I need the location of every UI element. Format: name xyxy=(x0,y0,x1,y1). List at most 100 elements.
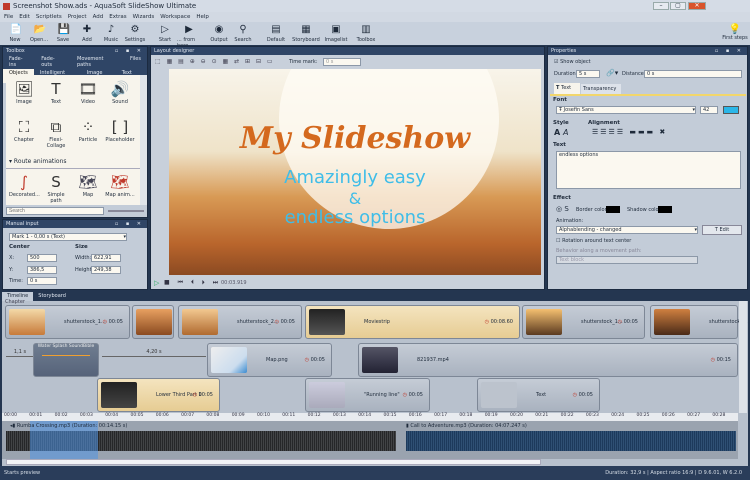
minimize-button[interactable]: – xyxy=(653,2,669,10)
object-chapter[interactable]: ⛶Chapter xyxy=(9,117,39,143)
toolbar-output-button[interactable]: ◉Output xyxy=(207,22,231,45)
font-size-select[interactable]: 42 xyxy=(700,106,718,114)
object-video[interactable]: 🎞Video xyxy=(73,79,103,105)
panel-controls[interactable]: ▫ ▪ ✕ xyxy=(115,47,144,55)
transport-controls[interactable]: ■ ⏮ ⏴ ⏵ ⏭ xyxy=(164,279,221,287)
route-3[interactable]: 🗺Map anim... xyxy=(105,172,135,198)
toolbar-settings-button[interactable]: ⚙Settings xyxy=(123,22,147,45)
audio-clip-2[interactable]: ▮ Call to Adventure.mp3 (Duration: 04:07… xyxy=(406,423,527,429)
tab-transparency[interactable]: Transparency xyxy=(581,84,621,94)
toolbar-start-button[interactable]: ▷Start xyxy=(153,22,177,45)
toolbar-default-button[interactable]: ▤Default xyxy=(261,22,291,45)
toolbox-search-input[interactable] xyxy=(6,207,104,215)
toolbar-open-button[interactable]: 📂Open... xyxy=(27,22,51,45)
close-button[interactable]: ✕ xyxy=(688,2,706,10)
sound-clip[interactable]: Water Splash SoundBible xyxy=(33,343,99,377)
timeline-clip[interactable]: Map.png00:05 xyxy=(207,343,332,377)
effect-icons[interactable]: ◎ S xyxy=(556,205,569,213)
toolbar-imagelist-button[interactable]: ▣Imagelist xyxy=(321,22,351,45)
time-mark-input[interactable]: 0 s xyxy=(323,58,361,66)
show-object-checkbox[interactable]: ☑ Show object xyxy=(554,59,591,65)
object-sound[interactable]: 🔊Sound xyxy=(105,79,135,105)
playhead-time: 00:03.919 xyxy=(221,280,247,286)
tab-storyboard[interactable]: Storyboard xyxy=(33,292,71,301)
maximize-button[interactable]: ▢ xyxy=(670,2,686,10)
route-0[interactable]: ∫Decorated... xyxy=(9,172,39,198)
edit-animation-button[interactable]: T Edit xyxy=(702,225,742,235)
timeline-clip[interactable]: Moviestrip00:08.60 xyxy=(305,305,520,339)
y-label: Y: xyxy=(9,267,13,273)
bold-style-icon[interactable]: A A xyxy=(554,128,568,137)
menu-file[interactable]: File xyxy=(4,14,13,20)
timeline-clip[interactable]: shutterstock_... xyxy=(650,305,738,339)
audio-clip-1[interactable]: ◂▮ Rumba Crossing.mp3 (Duration: 00:14.1… xyxy=(10,423,127,429)
route-1[interactable]: SSimple path xyxy=(41,172,71,204)
tab-fade-ins[interactable]: Fade-ins xyxy=(3,55,35,69)
shadow-color-picker[interactable] xyxy=(658,206,672,213)
panel-controls[interactable]: ▫ ▪ ✕ xyxy=(115,220,144,228)
main-toolbar: 📄New📂Open...💾Save✚Add♪Music⚙Settings ▷Sta… xyxy=(0,22,750,45)
menu-workspace[interactable]: Workspace xyxy=(160,14,190,20)
route-animations-header[interactable]: ▾ Route animations xyxy=(9,158,67,165)
menu-add[interactable]: Add xyxy=(93,14,104,20)
timeline-clip[interactable] xyxy=(132,305,174,339)
menu-wizards[interactable]: Wizards xyxy=(133,14,155,20)
font-select[interactable]: Ŧ Josefin Sans▾ xyxy=(556,106,696,114)
toolbar-save-button[interactable]: 💾Save xyxy=(51,22,75,45)
y-input[interactable]: 386,5 xyxy=(27,266,57,274)
distance-input[interactable]: 0 s xyxy=(644,70,742,78)
width-input[interactable]: 622,91 xyxy=(91,254,121,262)
designer-toolbar[interactable]: ⬚ ▦ ▤ ⊕ ⊖ ⊙ ▦ ⇄ ⊞ ⊟ ▭ xyxy=(155,58,275,65)
object-particle[interactable]: ⁘Particle xyxy=(73,117,103,143)
tab-movement-paths[interactable]: Movement paths xyxy=(71,55,124,69)
animation-select[interactable]: Alphablending - changed▾ xyxy=(556,226,698,234)
timeline-clip[interactable]: Lower Third Part 100:05 xyxy=(97,378,220,412)
link-icon[interactable]: 🔗▾ xyxy=(606,69,618,77)
rotation-checkbox[interactable]: ☐ Rotation around text center xyxy=(556,238,631,244)
toolbar-toolbox-button[interactable]: ▥Toolbox xyxy=(351,22,381,45)
toolbar-search-button[interactable]: ⚲Search xyxy=(231,22,255,45)
tab-text[interactable]: T Text xyxy=(554,83,580,94)
zoom-slider[interactable] xyxy=(108,210,144,212)
object-flexi-collage[interactable]: ⧉Flexi-Collage xyxy=(41,117,71,149)
menu-help[interactable]: Help xyxy=(196,14,209,20)
timeline-clip[interactable]: Text00:05 xyxy=(477,378,600,412)
object-placeholder[interactable]: [ ]Placeholder xyxy=(105,117,135,143)
timeline-clip[interactable]: shutterstock_1...00:05 xyxy=(522,305,645,339)
first-steps-button[interactable]: 💡 First steps xyxy=(722,24,748,41)
slide-preview[interactable]: My Slideshow Amazingly easy & endless op… xyxy=(169,69,541,275)
timeline-clip[interactable]: shutterstock_2...00:05 xyxy=(178,305,302,339)
font-color-picker[interactable] xyxy=(723,106,739,114)
tab-files[interactable]: Files xyxy=(124,55,147,69)
toolbar-new-button[interactable]: 📄New xyxy=(3,22,27,45)
timeline-vertical-scrollbar[interactable] xyxy=(739,301,747,413)
play-button[interactable]: ▷ xyxy=(154,279,159,287)
object-text[interactable]: TText xyxy=(41,79,71,105)
menu-project[interactable]: Project xyxy=(68,14,87,20)
timeline-ruler[interactable]: 00:0000:0100:0200:0300:0400:0500:0600:07… xyxy=(2,413,738,421)
tab-fade-outs[interactable]: Fade-outs xyxy=(35,55,71,69)
time-input[interactable]: 0 s xyxy=(27,277,57,285)
toolbar-fromhere-button[interactable]: ▶... from here xyxy=(177,22,201,45)
mark-select[interactable]: Mark 1 - 0,00 s (Text)▾ xyxy=(9,233,127,241)
timeline-clip[interactable]: shutterstock_1...00:05 xyxy=(5,305,130,339)
panel-controls[interactable]: ▫ ▪ ✕ xyxy=(715,47,744,55)
toolbar-music-button[interactable]: ♪Music xyxy=(99,22,123,45)
toolbar-add-button[interactable]: ✚Add xyxy=(75,22,99,45)
duration-input[interactable]: 5 s xyxy=(576,70,600,78)
menu-scriptlets[interactable]: Scriptlets xyxy=(36,14,62,20)
timeline-clip[interactable]: "Running line"00:05 xyxy=(305,378,430,412)
height-input[interactable]: 249,38 xyxy=(91,266,121,274)
x-input[interactable]: 500 xyxy=(27,254,57,262)
toolbar-storyboard-button[interactable]: ▦Storyboard xyxy=(291,22,321,45)
alignment-buttons[interactable]: ☰☰☰☰ ▬▬▬ ✖ xyxy=(592,128,667,136)
menu-extras[interactable]: Extras xyxy=(109,14,126,20)
object-image[interactable]: 🖼Image xyxy=(9,79,39,105)
timeline-clip[interactable]: 821937.mp400:15 xyxy=(358,343,738,377)
timeline-horizontal-scrollbar[interactable] xyxy=(6,459,541,465)
border-color-picker[interactable] xyxy=(606,206,620,213)
toolbox-scrollbar[interactable] xyxy=(140,75,147,205)
menu-edit[interactable]: Edit xyxy=(19,14,30,20)
text-content-textarea[interactable]: endless options xyxy=(556,151,741,189)
route-2[interactable]: 🗺Map xyxy=(73,172,103,198)
